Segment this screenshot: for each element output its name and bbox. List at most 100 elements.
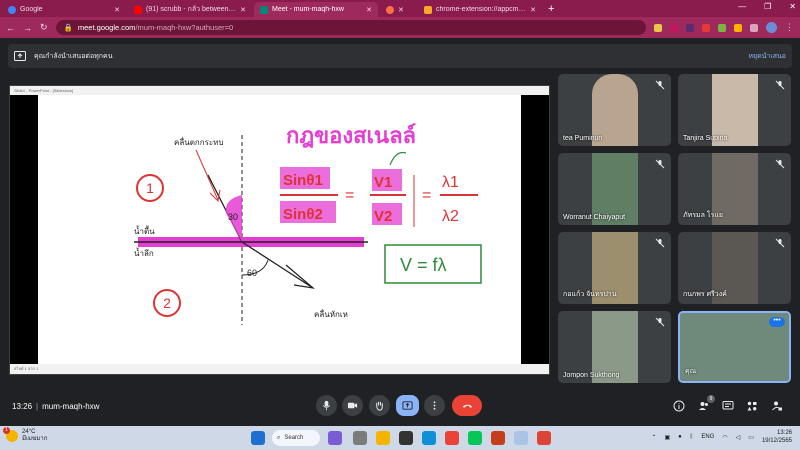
extension-icon[interactable] — [734, 23, 742, 32]
volume-icon[interactable]: ◁ — [736, 434, 741, 441]
meet-favicon-icon — [260, 5, 268, 14]
close-window-icon[interactable]: ✕ — [789, 2, 796, 11]
close-tab-icon[interactable]: ✕ — [240, 6, 246, 14]
wifi-icon[interactable]: ◠ — [722, 434, 727, 441]
extension-icon[interactable] — [702, 23, 710, 32]
lock-icon: 🔒 — [63, 23, 73, 32]
leave-call-button[interactable] — [452, 395, 482, 416]
temperature: 24°C — [22, 429, 36, 435]
extension-icon[interactable] — [654, 23, 662, 32]
chrome-icon[interactable] — [445, 431, 459, 445]
meeting-details-button[interactable] — [672, 399, 686, 413]
letterbox-right — [521, 95, 549, 366]
participant-tile[interactable]: Tanjira Supina — [678, 74, 791, 146]
dell-app-icon[interactable] — [399, 431, 413, 445]
weather-icon: 1 — [3, 427, 18, 442]
windows-start-icon[interactable] — [251, 431, 265, 445]
browser-tab[interactable]: ✕ — [380, 2, 416, 17]
forward-icon[interactable]: → — [23, 23, 32, 33]
raise-hand-button[interactable] — [369, 395, 390, 416]
browser-tab[interactable]: chrome-extension://appcmlef... ✕ — [418, 2, 542, 17]
teams-chat-icon[interactable] — [328, 431, 342, 445]
maximize-icon[interactable]: ❐ — [764, 2, 771, 11]
browser-menu-icon[interactable]: ⋮ — [785, 22, 794, 33]
eq-sin-theta2: Sinθ2 — [283, 206, 323, 223]
chat-icon — [722, 401, 734, 410]
mic-off-icon — [655, 80, 665, 90]
stop-presenting-button[interactable]: หยุดนำเสนอ — [748, 51, 786, 62]
browser-tab-active[interactable]: Meet - mum-maqh-hxw ✕ — [254, 2, 378, 17]
chat-button[interactable] — [721, 399, 735, 413]
task-view-icon[interactable] — [353, 431, 367, 445]
activities-button[interactable] — [745, 399, 759, 413]
close-tab-icon[interactable]: ✕ — [398, 6, 404, 14]
mic-off-icon — [775, 159, 785, 169]
more-options-button[interactable] — [424, 395, 445, 416]
battery-icon[interactable]: ▭ — [748, 434, 754, 441]
present-screen-button[interactable] — [396, 395, 419, 416]
weather-widget[interactable]: 1 24°C มีเมฆมาก — [3, 427, 47, 443]
extension-icon[interactable] — [718, 23, 726, 32]
microphone-button[interactable] — [316, 395, 337, 416]
tab-title: Meet - mum-maqh-hxw — [272, 6, 344, 13]
tray-app-icon[interactable]: ▣ — [665, 434, 671, 441]
participant-tile[interactable]: กนกพร ศรีวงค์ — [678, 232, 791, 304]
reload-icon[interactable]: ↻ — [40, 22, 48, 33]
region-2-number: 2 — [163, 295, 171, 311]
participant-name: กนกพร ศรีวงค์ — [683, 291, 727, 298]
browser-tab[interactable]: (91) scrubb - กลัว between (18th... ✕ — [128, 2, 252, 17]
close-tab-icon[interactable]: ✕ — [530, 6, 536, 14]
close-tab-icon[interactable]: ✕ — [114, 6, 120, 14]
new-tab-button[interactable]: + — [548, 2, 554, 17]
window-controls: — ❐ ✕ — [738, 2, 796, 11]
host-controls-button[interactable] — [770, 399, 784, 413]
extension-icon[interactable] — [686, 23, 694, 32]
eq-wave-speed: V = fλ — [400, 255, 447, 275]
tile-options-button[interactable]: ••• — [769, 317, 785, 327]
extension-icon[interactable] — [670, 23, 678, 32]
people-button[interactable]: 9 — [697, 395, 715, 413]
chrome-profile-icon[interactable] — [537, 431, 551, 445]
bluetooth-icon[interactable]: ᛒ — [690, 434, 694, 440]
app-icon[interactable] — [514, 431, 528, 445]
taskbar-clock[interactable]: 13:26 19/12/2565 — [762, 429, 792, 445]
google-favicon-icon — [8, 5, 16, 14]
browser-tab[interactable]: Google ✕ — [2, 2, 126, 17]
participant-tile[interactable]: กอแก้ว จันทรปาน — [558, 232, 671, 304]
participant-tile[interactable]: Worranut Chaiyaput — [558, 153, 671, 225]
eq-equals-1: = — [345, 187, 354, 204]
participant-name: tea Puminun — [563, 135, 603, 142]
weather-badge: 1 — [3, 427, 10, 434]
lock-person-icon — [772, 401, 782, 411]
participant-tile[interactable]: Jompon Sukthong — [558, 311, 671, 383]
language-indicator[interactable]: ENG — [701, 434, 714, 440]
self-view-tile[interactable]: ••• คุณ — [678, 311, 791, 383]
mic-off-icon — [655, 238, 665, 248]
close-tab-icon[interactable]: ✕ — [366, 6, 372, 14]
file-explorer-icon[interactable] — [376, 431, 390, 445]
extension-favicon-icon — [424, 5, 432, 14]
powerpoint-icon[interactable] — [491, 431, 505, 445]
participant-name: Jompon Sukthong — [563, 372, 620, 379]
mic-off-icon — [655, 159, 665, 169]
minimize-icon[interactable]: — — [738, 2, 746, 11]
puzzle-icon[interactable] — [750, 23, 758, 32]
letterbox-left — [10, 95, 38, 366]
edge-icon[interactable] — [422, 431, 436, 445]
address-bar[interactable]: 🔒 meet.google.com/mum-maqh-hxw?authuser=… — [55, 20, 646, 35]
camera-button[interactable] — [342, 395, 363, 416]
line-icon[interactable] — [468, 431, 482, 445]
url-path: /mum-maqh-hxw?authuser=0 — [135, 23, 234, 32]
participant-tile[interactable]: ภัทรมล โรแย — [678, 153, 791, 225]
back-icon[interactable]: ← — [6, 23, 15, 33]
participant-name: Tanjira Supina — [683, 135, 728, 142]
profile-avatar[interactable] — [766, 22, 777, 33]
tray-app-icon[interactable]: ● — [678, 434, 682, 440]
meeting-time: 13:26 — [12, 401, 33, 411]
participant-tile[interactable]: tea Puminun — [558, 74, 671, 146]
label-deep-water: น้ำลึก — [134, 247, 154, 258]
taskbar-search[interactable]: ⌕ Search — [272, 430, 320, 446]
tab-title: chrome-extension://appcmlef... — [436, 6, 527, 13]
label-shallow-water: น้ำตื้น — [134, 225, 155, 236]
chevron-up-icon[interactable]: ⌃ — [651, 434, 656, 441]
